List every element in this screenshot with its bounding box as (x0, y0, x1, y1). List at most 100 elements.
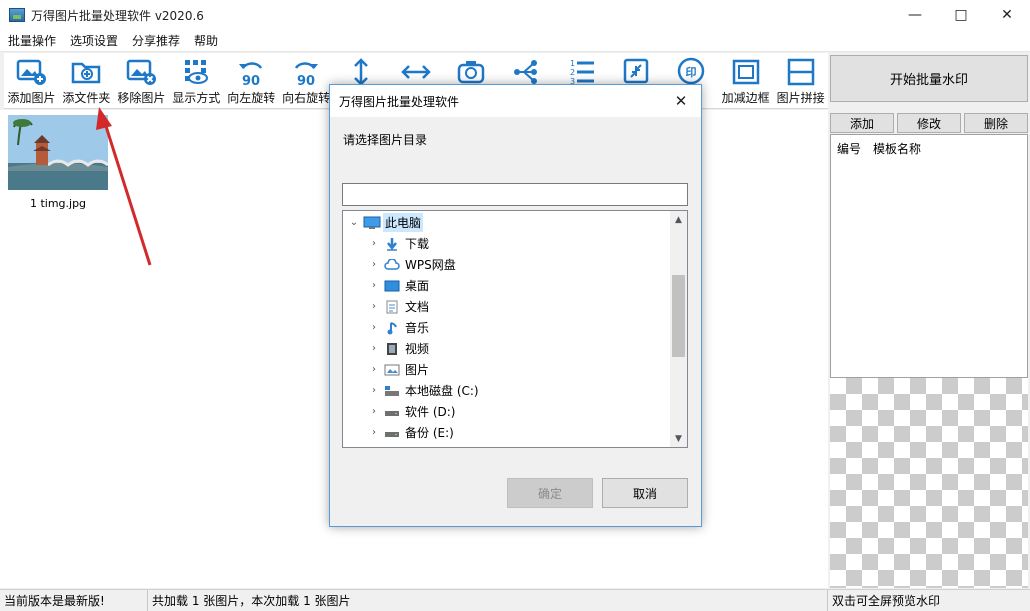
tree-item-drive-d[interactable]: › 软件 (D:) (367, 401, 457, 422)
expand-chevron-icon[interactable]: › (367, 280, 381, 291)
expand-chevron-icon[interactable]: › (367, 406, 381, 417)
tree-item-drive-e[interactable]: › 备份 (E:) (367, 422, 456, 443)
thumbnail-image (8, 115, 108, 190)
expand-chevron-icon[interactable]: › (367, 259, 381, 270)
column-number[interactable]: 编号 (837, 140, 861, 157)
dialog-title: 万得图片批量处理软件 (339, 94, 460, 109)
tree-item-desktop[interactable]: › 桌面 (367, 275, 431, 296)
tree-item-label: 本地磁盘 (C:) (405, 384, 479, 398)
splice-icon (787, 58, 814, 86)
svg-text:1: 1 (570, 59, 575, 68)
tree-item-label: 备份 (E:) (405, 426, 454, 440)
number-list-icon: 123 (570, 59, 594, 86)
menu-share[interactable]: 分享推荐 (126, 32, 186, 49)
window-title: 万得图片批量处理软件 v2020.6 (31, 8, 204, 23)
remove-image-icon (127, 59, 157, 85)
tree-item-pictures[interactable]: › 图片 (367, 359, 431, 380)
tree-item-documents[interactable]: › 文档 (367, 296, 431, 317)
status-bar: 当前版本是最新版! 共加载 1 张图片，本次加载 1 张图片 双击可全屏预览水印 (0, 589, 1030, 611)
add-image-button[interactable]: 添加图片 (4, 53, 59, 109)
tree-item-label: 图片 (405, 363, 430, 377)
tree-item-label: 视频 (405, 342, 430, 356)
menu-help[interactable]: 帮助 (188, 32, 224, 49)
computer-icon (363, 215, 381, 231)
template-panel: 开始批量水印 添加 修改 删除 编号 模板名称 (828, 53, 1030, 588)
scroll-up-icon[interactable]: ▲ (670, 211, 687, 228)
scroll-down-icon[interactable]: ▼ (670, 430, 687, 447)
maximize-button[interactable]: □ (938, 0, 984, 30)
tree-item-videos[interactable]: › 视频 (367, 338, 431, 359)
cloud-icon (383, 257, 401, 273)
folder-tree[interactable]: ⌄ 此电脑 › 下载 › WPS网盘 › 桌面 › 文档 › 音乐 › 视频 ›… (342, 210, 688, 448)
camera-icon (457, 61, 485, 84)
tree-item-label: 软件 (D:) (405, 405, 456, 419)
add-folder-button[interactable]: 添文件夹 (59, 53, 114, 109)
menu-options[interactable]: 选项设置 (64, 32, 124, 49)
cancel-button[interactable]: 取消 (602, 478, 688, 508)
add-image-icon (17, 59, 47, 85)
remove-image-button[interactable]: 移除图片 (114, 53, 169, 109)
scroll-thumb[interactable] (672, 275, 685, 357)
picture-icon (383, 362, 401, 378)
template-list[interactable]: 编号 模板名称 (830, 134, 1028, 378)
window-controls: — □ ✕ (892, 0, 1030, 30)
collapse-chevron-icon[interactable]: ⌄ (347, 217, 361, 228)
status-loaded: 共加载 1 张图片，本次加载 1 张图片 (148, 590, 828, 611)
expand-chevron-icon[interactable]: › (367, 427, 381, 438)
tree-item-downloads[interactable]: › 下载 (367, 233, 431, 254)
tree-item-label: 音乐 (405, 321, 430, 335)
column-template-name[interactable]: 模板名称 (873, 140, 921, 157)
rotate-left-button[interactable]: 90 向左旋转 (224, 53, 279, 109)
vertical-flip-icon (354, 58, 368, 86)
view-mode-icon (185, 60, 209, 84)
tree-item-music[interactable]: › 音乐 (367, 317, 431, 338)
menu-batch[interactable]: 批量操作 (2, 32, 62, 49)
tree-scrollbar[interactable]: ▲ ▼ (670, 211, 687, 447)
menu-bar: 批量操作 选项设置 分享推荐 帮助 (0, 30, 1030, 52)
expand-chevron-icon[interactable]: › (367, 301, 381, 312)
add-folder-icon (72, 62, 101, 84)
ok-button[interactable]: 确定 (507, 478, 593, 508)
svg-text:90: 90 (242, 74, 260, 87)
drive-icon (383, 404, 401, 420)
splice-button[interactable]: 图片拼接 (773, 53, 828, 109)
dialog-title-bar: 万得图片批量处理软件 ✕ (330, 85, 701, 117)
thumbnail-filename: 1 timg.jpg (29, 197, 87, 210)
border-button[interactable]: 加减边框 (718, 53, 773, 109)
image-thumbnail[interactable] (8, 115, 108, 190)
minimize-button[interactable]: — (892, 0, 938, 30)
svg-text:2: 2 (570, 68, 575, 77)
desktop-icon (383, 278, 401, 294)
system-drive-icon (383, 383, 401, 399)
tree-item-this-pc[interactable]: ⌄ 此电脑 (347, 212, 424, 233)
folder-path-input[interactable] (342, 183, 688, 206)
expand-chevron-icon[interactable]: › (367, 385, 381, 396)
start-batch-button[interactable]: 开始批量水印 (830, 55, 1028, 102)
expand-chevron-icon[interactable]: › (367, 364, 381, 375)
rotate-left-label: 向左旋转 (227, 91, 276, 105)
border-label: 加减边框 (721, 91, 770, 105)
tree-item-drive-c[interactable]: › 本地磁盘 (C:) (367, 380, 481, 401)
template-delete-button[interactable]: 删除 (964, 113, 1028, 133)
rotate-right-button[interactable]: 90 向右旋转 (279, 53, 334, 109)
view-mode-button[interactable]: 显示方式 (169, 53, 224, 109)
folder-dialog: 万得图片批量处理软件 ✕ 请选择图片目录 ⌄ 此电脑 › 下载 › WPS网盘 … (329, 84, 702, 527)
title-bar: 万得图片批量处理软件 v2020.6 — □ ✕ (0, 0, 1030, 30)
border-icon (732, 59, 759, 85)
expand-chevron-icon[interactable]: › (367, 238, 381, 249)
tree-item-label: 桌面 (405, 279, 430, 293)
template-edit-button[interactable]: 修改 (897, 113, 961, 133)
dialog-close-icon[interactable]: ✕ (671, 91, 691, 111)
template-add-button[interactable]: 添加 (830, 113, 894, 133)
rotate-right-icon: 90 (295, 62, 319, 87)
watermark-preview[interactable] (830, 378, 1028, 588)
tree-item-label: 此电脑 (383, 213, 424, 232)
splice-label: 图片拼接 (776, 91, 825, 105)
add-image-label: 添加图片 (7, 91, 56, 105)
close-button[interactable]: ✕ (984, 0, 1030, 30)
tree-item-wps-cloud[interactable]: › WPS网盘 (367, 254, 458, 275)
expand-chevron-icon[interactable]: › (367, 322, 381, 333)
template-actions: 添加 修改 删除 (830, 113, 1028, 133)
music-icon (383, 320, 401, 336)
expand-chevron-icon[interactable]: › (367, 343, 381, 354)
